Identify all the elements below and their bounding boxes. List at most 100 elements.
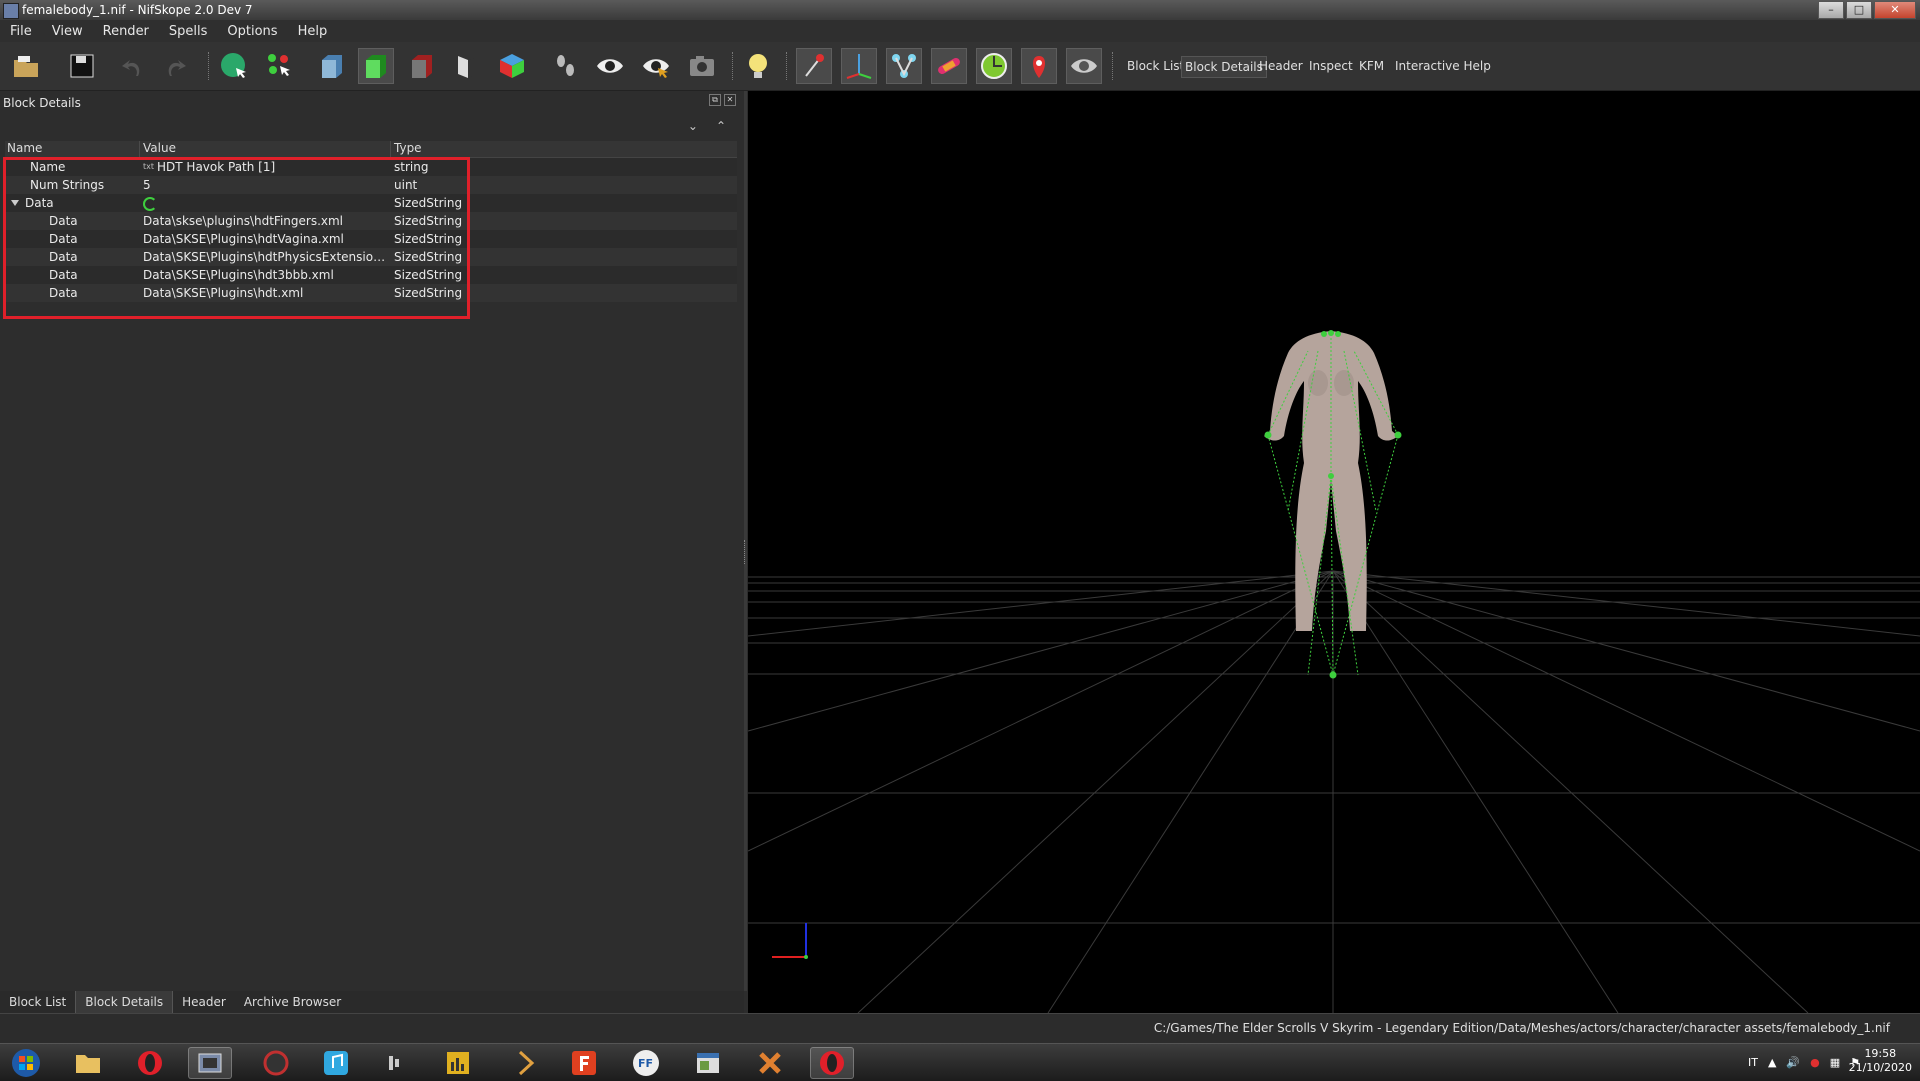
tab-header[interactable]: Header xyxy=(173,991,235,1013)
volume-icon[interactable]: 🔊 xyxy=(1786,1056,1800,1069)
table-row[interactable]: Data SizedString xyxy=(5,194,737,212)
table-row[interactable]: Data Data\SKSE\Plugins\hdtVagina.xml Siz… xyxy=(5,230,737,248)
view-front-icon[interactable] xyxy=(314,48,350,84)
row-name: Data xyxy=(49,214,78,228)
save-icon[interactable] xyxy=(64,48,100,84)
tab-block-list[interactable]: Block List xyxy=(0,991,75,1013)
refresh-icon[interactable] xyxy=(143,197,157,211)
menu-file[interactable]: File xyxy=(0,24,42,39)
menu-options[interactable]: Options xyxy=(217,24,287,39)
tab-block-details[interactable]: Block Details xyxy=(75,990,174,1014)
clock[interactable]: 19:58 21/10/2020 xyxy=(1849,1047,1912,1075)
fraps-icon[interactable] xyxy=(562,1047,606,1079)
title-bar: femalebody_1.nif - NifSkope 2.0 Dev 7 – … xyxy=(0,0,1920,20)
chevron-up-icon[interactable]: ⌃ xyxy=(716,119,726,133)
view-top-icon[interactable] xyxy=(358,48,394,84)
redo-icon[interactable] xyxy=(158,48,194,84)
dock-controls: ⧉ ✕ xyxy=(709,94,736,106)
maximize-button[interactable]: □ xyxy=(1846,1,1872,19)
table-row[interactable]: Data Data\SKSE\Plugins\hdt.xml SizedStri… xyxy=(5,284,737,302)
window-title: femalebody_1.nif - NifSkope 2.0 Dev 7 xyxy=(22,3,253,17)
ffdec-icon[interactable]: FF xyxy=(624,1047,668,1079)
row-value[interactable]: HDT Havok Path [1] xyxy=(157,160,275,174)
show-markers-icon[interactable] xyxy=(1021,48,1057,84)
window-app-icon[interactable] xyxy=(686,1047,730,1079)
tools-app-icon[interactable] xyxy=(748,1047,792,1079)
view-user-icon[interactable] xyxy=(448,48,484,84)
row-name: Data xyxy=(25,196,54,210)
explorer-icon[interactable] xyxy=(66,1047,110,1079)
status-bar: C:/Games/The Elder Scrolls V Skyrim - Le… xyxy=(0,1013,1920,1044)
show-nodes-icon[interactable] xyxy=(841,48,877,84)
undo-icon[interactable] xyxy=(114,48,150,84)
show-marked-icon[interactable] xyxy=(638,48,674,84)
row-name: Name xyxy=(30,160,66,174)
render-viewport[interactable] xyxy=(748,91,1920,1013)
chevron-down-icon[interactable]: ⌄ xyxy=(688,119,698,133)
block-details-dock: Block Details ⧉ ✕ ⌄ ⌃ Name Value Type Na… xyxy=(0,91,747,991)
column-header-value[interactable]: Value xyxy=(140,141,391,157)
float-icon[interactable]: ⧉ xyxy=(709,94,721,106)
ground-grid xyxy=(748,570,1920,1013)
mail-icon[interactable]: ● xyxy=(1810,1056,1820,1069)
show-skeleton-icon[interactable] xyxy=(886,48,922,84)
toolbar-block-details[interactable]: Block Details xyxy=(1181,56,1267,78)
toolbar-interactive-help[interactable]: Interactive Help xyxy=(1392,56,1494,76)
file-path: C:/Games/The Elder Scrolls V Skyrim - Le… xyxy=(1153,1021,1890,1035)
select-vertex-icon[interactable] xyxy=(262,48,298,84)
show-axes-icon[interactable] xyxy=(796,48,832,84)
load-icon[interactable] xyxy=(8,48,44,84)
view-perspective-icon[interactable] xyxy=(494,48,530,84)
column-header-type[interactable]: Type xyxy=(391,141,737,157)
table-row[interactable]: Data Data\SKSE\Plugins\hdt3bbb.xml Sized… xyxy=(5,266,737,284)
view-side-icon[interactable] xyxy=(404,48,440,84)
network-icon[interactable]: ▦ xyxy=(1830,1056,1840,1069)
toolbar-inspect[interactable]: Inspect xyxy=(1306,56,1356,76)
select-object-icon[interactable] xyxy=(216,48,252,84)
opera-icon[interactable] xyxy=(128,1047,172,1079)
row-value[interactable]: Data\skse\plugins\hdtFingers.xml xyxy=(140,212,391,230)
row-value[interactable]: Data\SKSE\Plugins\hdt3bbb.xml xyxy=(140,266,391,284)
chevron-up-icon[interactable]: ▲ xyxy=(1768,1056,1776,1069)
music-icon[interactable] xyxy=(314,1047,358,1079)
opera-taskbar-icon[interactable] xyxy=(810,1047,854,1079)
row-type: SizedString xyxy=(394,232,463,246)
walk-icon[interactable] xyxy=(548,48,584,84)
show-constraints-icon[interactable] xyxy=(976,48,1012,84)
start-icon[interactable] xyxy=(4,1047,48,1079)
row-value[interactable]: Data\SKSE\Plugins\hdtVagina.xml xyxy=(140,230,391,248)
chart-app-icon[interactable] xyxy=(436,1047,480,1079)
row-name: Data xyxy=(49,286,78,300)
table-row[interactable]: Data Data\skse\plugins\hdtFingers.xml Si… xyxy=(5,212,737,230)
close-icon[interactable]: ✕ xyxy=(724,94,736,106)
toolbar-kfm[interactable]: KFM xyxy=(1356,56,1387,76)
toolbar-header[interactable]: Header xyxy=(1256,56,1306,76)
tab-archive-browser[interactable]: Archive Browser xyxy=(235,991,350,1013)
show-hidden-toggle-icon[interactable] xyxy=(1066,48,1102,84)
toolbar-block-list[interactable]: Block List xyxy=(1124,56,1187,76)
table-row[interactable]: Data Data\SKSE\Plugins\hdtPhysicsExtensi… xyxy=(5,248,737,266)
row-value[interactable]: Data\SKSE\Plugins\hdtPhysicsExtensionsDe… xyxy=(140,248,391,266)
row-value[interactable]: Data\SKSE\Plugins\hdt.xml xyxy=(140,284,391,302)
row-value[interactable]: 5 xyxy=(140,176,391,194)
minimize-button[interactable]: – xyxy=(1818,1,1844,19)
screenshot-icon[interactable] xyxy=(684,48,720,84)
lighting-icon[interactable] xyxy=(740,48,776,84)
close-button[interactable]: ✕ xyxy=(1874,1,1916,19)
row-name: Data xyxy=(49,268,78,282)
language-indicator[interactable]: IT xyxy=(1748,1056,1758,1069)
audio-app-icon[interactable] xyxy=(374,1047,418,1079)
menu-view[interactable]: View xyxy=(42,24,93,39)
menu-spells[interactable]: Spells xyxy=(159,24,218,39)
table-row[interactable]: Name txt HDT Havok Path [1] string xyxy=(5,158,737,176)
menu-render[interactable]: Render xyxy=(93,24,159,39)
game-app-icon[interactable] xyxy=(254,1047,298,1079)
table-row[interactable]: Num Strings 5 uint xyxy=(5,176,737,194)
show-havok-icon[interactable] xyxy=(931,48,967,84)
menu-help[interactable]: Help xyxy=(288,24,338,39)
show-hidden-icon[interactable] xyxy=(592,48,628,84)
nifskope-taskbar-icon[interactable] xyxy=(188,1047,232,1079)
expand-caret-icon[interactable] xyxy=(11,200,19,206)
column-header-name[interactable]: Name xyxy=(5,141,140,157)
launcher-icon[interactable] xyxy=(504,1047,548,1079)
